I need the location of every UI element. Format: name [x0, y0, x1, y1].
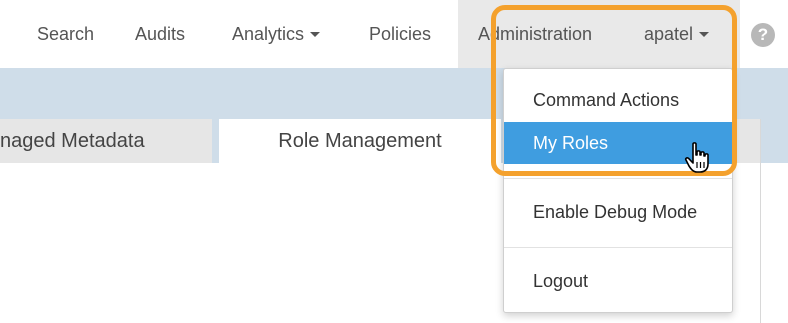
- tab-managed-metadata[interactable]: naged Metadata: [0, 119, 212, 163]
- menu-item-enable-debug-mode[interactable]: Enable Debug Mode: [504, 191, 732, 233]
- tab-label: Role Management: [278, 130, 442, 152]
- tab-label: naged Metadata: [0, 130, 145, 152]
- nav-audits[interactable]: Audits: [135, 0, 185, 68]
- content-border: [760, 119, 761, 323]
- nav-policies[interactable]: Policies: [369, 0, 431, 68]
- nav-analytics-label: Analytics: [232, 24, 305, 44]
- nav-analytics[interactable]: Analytics: [232, 0, 321, 68]
- menu-divider: [504, 178, 732, 179]
- help-icon[interactable]: ?: [751, 23, 775, 47]
- nav-search[interactable]: Search: [37, 0, 94, 68]
- hand-pointer-icon: [684, 142, 709, 173]
- menu-item-logout[interactable]: Logout: [504, 260, 732, 302]
- menu-divider: [504, 247, 732, 248]
- caret-down-icon: [310, 31, 321, 37]
- tab-role-management[interactable]: Role Management: [219, 119, 501, 163]
